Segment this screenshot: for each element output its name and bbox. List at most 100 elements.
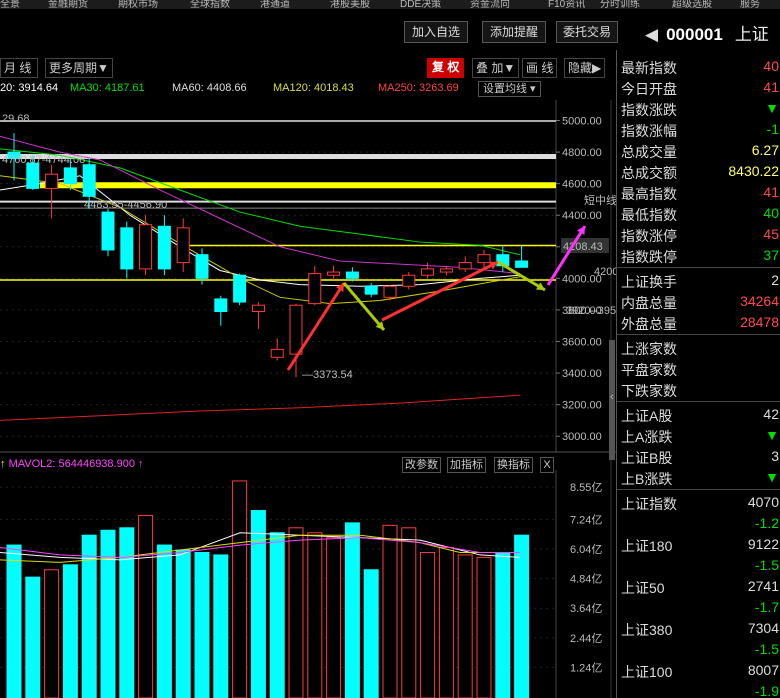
- price-tick-label: 3600.00: [562, 337, 602, 349]
- index-change-value: -1.9: [754, 683, 779, 698]
- quote-value: ▼: [765, 469, 779, 485]
- candle-body: [421, 268, 435, 276]
- quote-row: 上证50 2741: [617, 576, 780, 597]
- volume-bar: [119, 527, 135, 698]
- quote-row: 指数跌停 37: [617, 245, 780, 266]
- volume-tick-label: 2.44亿: [570, 632, 602, 645]
- panel-separator: [617, 401, 780, 402]
- volume-bar: [363, 569, 379, 698]
- annotation-low: —3373.54: [302, 369, 353, 381]
- panel-separator: [617, 267, 780, 268]
- candle-body: [327, 271, 341, 276]
- quote-label: 平盘家数: [621, 362, 677, 378]
- quote-value: 34264: [740, 293, 779, 309]
- quote-value: 41: [763, 79, 779, 95]
- candle-body: [439, 268, 453, 273]
- top-nav-item[interactable]: 超级选股: [672, 0, 712, 9]
- quote-label: 最新指数: [621, 60, 677, 76]
- volume-bar: [495, 551, 511, 698]
- close-indicator-button[interactable]: X: [540, 457, 554, 473]
- stock-title: ◀ 000001 上证: [645, 20, 769, 45]
- candle-body: [308, 273, 322, 305]
- mavol-legend-text: MAVOL2: 564446938.900: [8, 458, 135, 470]
- quote-row: 上证380 7304: [617, 618, 780, 639]
- quote-label: 上证换手: [621, 274, 677, 290]
- volume-bar: [25, 576, 41, 698]
- scroll-arrow-icon: ‹: [610, 391, 614, 403]
- quote-label: 总成交量: [621, 144, 677, 160]
- kline-chart[interactable]: ‹5000.004800.004600.004400.004200.004000…: [0, 0, 616, 698]
- mavol-legend: ↑ MAVOL2: 564446938.900 ↑: [0, 458, 144, 470]
- quote-label: 指数涨停: [621, 228, 677, 244]
- volume-bar: [250, 510, 266, 698]
- quote-row: 最高指数 41: [617, 182, 780, 203]
- volume-bar: [269, 532, 285, 698]
- quote-label: 上B涨跌: [621, 471, 673, 487]
- quote-value: 4070: [747, 494, 779, 510]
- volume-bar: [307, 532, 323, 698]
- quote-value: 40: [763, 205, 779, 221]
- top-nav-item[interactable]: 服务: [740, 0, 760, 9]
- quote-row: 上证B股 3: [617, 446, 780, 467]
- quote-row: 平盘家数: [617, 358, 780, 379]
- volume-bar: [6, 544, 22, 698]
- candle-body: [251, 304, 265, 313]
- quote-label: 下跌家数: [621, 383, 677, 399]
- volume-bar: [213, 554, 229, 698]
- add-indicator-button[interactable]: 加指标: [447, 457, 486, 473]
- stock-code: 000001: [666, 25, 723, 44]
- volume-bar: [288, 527, 304, 698]
- index-change-value: -1.7: [754, 599, 779, 615]
- quote-label: 上涨家数: [621, 341, 677, 357]
- candle-body: [270, 348, 284, 358]
- quote-row: 指数涨停 45: [617, 224, 780, 245]
- quote-value: 40: [763, 58, 779, 74]
- quote-value: 2: [771, 272, 779, 288]
- quote-row: 上证100 8007: [617, 660, 780, 681]
- volume-bar: [44, 569, 60, 698]
- index-change-value: -1.5: [754, 641, 779, 657]
- quote-row: 内盘总量 34264: [617, 291, 780, 312]
- quote-row: 总成交额 8430.22: [617, 161, 780, 182]
- quote-label: 上证180: [621, 538, 673, 554]
- edit-params-button[interactable]: 改参数: [402, 457, 441, 473]
- volume-bar: [194, 551, 210, 698]
- price-tick-label: 4400.00: [562, 210, 602, 222]
- candle-body: [383, 285, 397, 298]
- candle-body: [120, 227, 134, 270]
- quote-label: 上A涨跌: [621, 429, 673, 445]
- candle-body: [101, 211, 115, 251]
- annotation-high-a: 4760.87-4744.08: [2, 154, 85, 166]
- volume-bar: [232, 480, 248, 698]
- candle-body: [195, 254, 209, 279]
- price-tick-label: 4800.00: [562, 147, 602, 159]
- quote-row: 指数涨跌 ▼: [617, 98, 780, 119]
- fall-arrow-1: [342, 282, 386, 331]
- quote-label: 上证指数: [621, 496, 677, 512]
- change-indicator-button[interactable]: 换指标: [494, 457, 533, 473]
- candle-body: [364, 285, 378, 295]
- quote-label: 总成交额: [621, 165, 677, 181]
- quote-row: 今日开盘 41: [617, 77, 780, 98]
- volume-bar: [344, 522, 360, 698]
- price-tick-label: 3400.00: [562, 368, 602, 380]
- quote-label: 最高指数: [621, 186, 677, 202]
- quote-row: 总成交量 6.27: [617, 140, 780, 161]
- volume-bar: [100, 529, 116, 698]
- volume-bar: [514, 534, 530, 698]
- quote-value: 45: [763, 226, 779, 242]
- back-arrow-icon[interactable]: ◀: [645, 25, 658, 44]
- candle-body: [157, 225, 171, 270]
- quote-row: 上涨家数: [617, 337, 780, 358]
- candle-body: [176, 227, 190, 264]
- volume-tick-label: 3.64亿: [570, 602, 602, 615]
- price-tick-label: 4600.00: [562, 179, 602, 191]
- support-annotation-text: 3920--3950强支撑: [566, 303, 616, 317]
- volume-bar: [420, 551, 436, 698]
- panel-separator: [617, 334, 780, 335]
- volume-tick-label: 8.55亿: [570, 481, 602, 494]
- candle-body: [45, 173, 59, 189]
- candle-body: [139, 224, 153, 270]
- price-tick-label: 3000.00: [562, 431, 602, 443]
- volume-bar: [476, 556, 492, 698]
